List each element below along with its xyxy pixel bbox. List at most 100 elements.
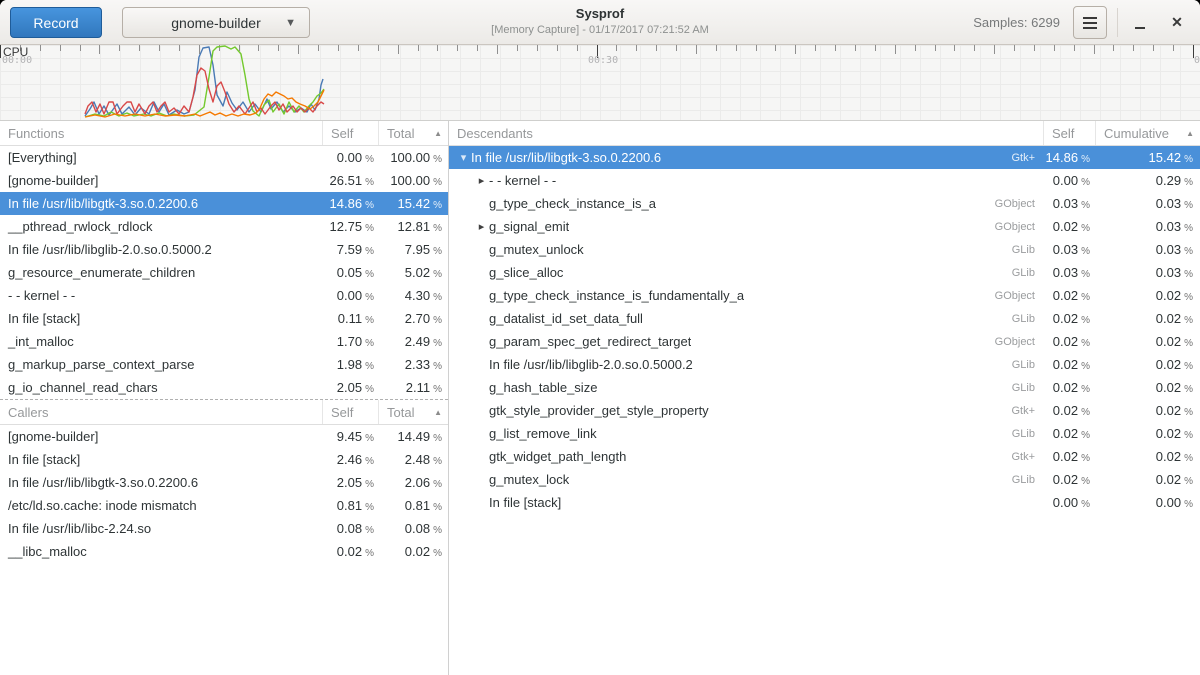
table-row[interactable]: [gnome-builder]9.45%14.49%	[0, 425, 448, 448]
function-name: g_mutex_lock	[489, 472, 569, 487]
target-process-dropdown[interactable]: gnome-builder ▼	[122, 7, 310, 38]
percent-sign: %	[1184, 223, 1193, 234]
total-percent: 2.06%	[378, 475, 448, 490]
column-header-cumulative[interactable]: Cumulative ▲	[1095, 121, 1200, 145]
column-header-total[interactable]: Total ▲	[378, 400, 448, 424]
tree-row[interactable]: ▾In file /usr/lib/libgtk-3.so.0.2200.6Gt…	[449, 146, 1200, 169]
tree-row[interactable]: ▸- - kernel - -0.00%0.29%	[449, 169, 1200, 192]
percent-sign: %	[433, 361, 442, 372]
minimize-button[interactable]	[1125, 0, 1155, 45]
table-row[interactable]: g_io_channel_read_chars2.05%2.11%	[0, 376, 448, 399]
percent-sign: %	[365, 154, 374, 165]
table-row[interactable]: _int_malloc1.70%2.49%	[0, 330, 448, 353]
percent-value: 4.30	[405, 288, 430, 303]
tree-row[interactable]: g_mutex_lockGLib0.02%0.02%	[449, 468, 1200, 491]
tree-row[interactable]: ▸g_signal_emitGObject0.02%0.03%	[449, 215, 1200, 238]
tree-row[interactable]: g_type_check_instance_is_aGObject0.03%0.…	[449, 192, 1200, 215]
percent-value: 0.08	[337, 521, 362, 536]
functions-table: Functions Self Total ▲ [Everything]0.00%…	[0, 121, 448, 399]
percent-sign: %	[433, 338, 442, 349]
table-row[interactable]: /etc/ld.so.cache: inode mismatch0.81%0.8…	[0, 494, 448, 517]
header-separator	[1117, 8, 1118, 37]
table-row[interactable]: In file [stack]2.46%2.48%	[0, 448, 448, 471]
percent-sign: %	[1184, 384, 1193, 395]
percent-sign: %	[1081, 246, 1090, 257]
table-row[interactable]: In file [stack]0.11%2.70%	[0, 307, 448, 330]
table-row[interactable]: __libc_malloc0.02%0.02%	[0, 540, 448, 563]
function-name: g_param_spec_get_redirect_target	[489, 334, 691, 349]
record-button[interactable]: Record	[10, 7, 102, 38]
column-header-callers[interactable]: Callers	[0, 400, 322, 424]
tree-row[interactable]: g_hash_table_sizeGLib0.02%0.02%	[449, 376, 1200, 399]
column-header-descendants[interactable]: Descendants	[449, 121, 1043, 145]
table-row[interactable]: In file /usr/lib/libc-2.24.so0.08%0.08%	[0, 517, 448, 540]
percent-sign: %	[433, 315, 442, 326]
table-row[interactable]: g_resource_enumerate_children0.05%5.02%	[0, 261, 448, 284]
tree-row[interactable]: g_param_spec_get_redirect_target GObject 0…	[449, 330, 1200, 353]
percent-value: 0.00	[1053, 495, 1078, 510]
percent-sign: %	[365, 200, 374, 211]
percent-sign: %	[1081, 499, 1090, 510]
menu-button[interactable]	[1073, 6, 1107, 39]
tree-row[interactable]: g_slice_allocGLib0.03%0.03%	[449, 261, 1200, 284]
table-row[interactable]: In file /usr/lib/libgtk-3.so.0.2200.62.0…	[0, 471, 448, 494]
expander-closed-icon[interactable]: ▸	[475, 220, 488, 233]
expander-open-icon[interactable]: ▾	[457, 151, 470, 164]
percent-value: 2.33	[405, 357, 430, 372]
function-name: __pthread_rwlock_rdlock	[0, 219, 322, 234]
self-percent: 2.05%	[322, 475, 378, 490]
table-row[interactable]: [gnome-builder]26.51%100.00%	[0, 169, 448, 192]
percent-sign: %	[1184, 407, 1193, 418]
column-header-self[interactable]: Self	[322, 400, 378, 424]
tree-row[interactable]: g_list_remove_linkGLib0.02%0.02%	[449, 422, 1200, 445]
expander-closed-icon[interactable]: ▸	[475, 174, 488, 187]
column-header-total[interactable]: Total ▲	[378, 121, 448, 145]
percent-value: 0.02	[1053, 334, 1078, 349]
percent-value: 0.02	[1156, 449, 1181, 464]
percent-sign: %	[1081, 384, 1090, 395]
tree-row[interactable]: g_mutex_unlockGLib0.03%0.03%	[449, 238, 1200, 261]
self-percent: 0.11%	[322, 311, 378, 326]
table-row[interactable]: __pthread_rwlock_rdlock12.75%12.81%	[0, 215, 448, 238]
function-name: gtk_widget_path_length	[489, 449, 626, 464]
tree-row[interactable]: gtk_widget_path_lengthGtk+0.02%0.02%	[449, 445, 1200, 468]
table-row[interactable]: g_markup_parse_context_parse1.98%2.33%	[0, 353, 448, 376]
sysprof-window: Record gnome-builder ▼ Sysprof [Memory C…	[0, 0, 1200, 675]
percent-sign: %	[365, 384, 374, 395]
percent-value: 0.02	[1053, 311, 1078, 326]
column-header-self[interactable]: Self	[1043, 121, 1095, 145]
table-row[interactable]: - - kernel - -0.00%4.30%	[0, 284, 448, 307]
percent-value: 0.02	[1053, 449, 1078, 464]
percent-value: 2.48	[405, 452, 430, 467]
tree-row[interactable]: g_datalist_id_set_data_fullGLib0.02%0.02…	[449, 307, 1200, 330]
library-badge: GObject	[995, 198, 1043, 210]
column-header-functions[interactable]: Functions	[0, 121, 322, 145]
table-row[interactable]: In file /usr/lib/libglib-2.0.so.0.5000.2…	[0, 238, 448, 261]
close-button[interactable]: ✕	[1162, 0, 1192, 45]
function-name: In file /usr/lib/libgtk-3.so.0.2200.6	[0, 475, 322, 490]
tree-row[interactable]: gtk_style_provider_get_style_propertyGtk…	[449, 399, 1200, 422]
table-row[interactable]: [Everything]0.00%100.00%	[0, 146, 448, 169]
callers-header-row: Callers Self Total ▲	[0, 400, 448, 425]
descendant-name-cell: g_datalist_id_set_data_fullGLib	[449, 311, 1043, 326]
tree-row[interactable]: In file /usr/lib/libglib-2.0.so.0.5000.2…	[449, 353, 1200, 376]
percent-sign: %	[1184, 315, 1193, 326]
column-header-self[interactable]: Self	[322, 121, 378, 145]
function-name: In file /usr/lib/libgtk-3.so.0.2200.6	[0, 196, 322, 211]
library-badge: GObject	[995, 336, 1043, 348]
percent-value: 12.81	[398, 219, 431, 234]
tree-row[interactable]: In file [stack]0.00%0.00%	[449, 491, 1200, 514]
percent-value: 0.02	[1053, 426, 1078, 441]
percent-sign: %	[433, 548, 442, 559]
percent-sign: %	[433, 502, 442, 513]
cpu-timeline-graph[interactable]: CPU 00:00 00:30 01:00	[0, 45, 1200, 121]
table-row[interactable]: In file /usr/lib/libgtk-3.so.0.2200.614.…	[0, 192, 448, 215]
percent-sign: %	[1184, 430, 1193, 441]
percent-value: 0.08	[405, 521, 430, 536]
percent-sign: %	[365, 338, 374, 349]
self-percent: 0.03%	[1043, 196, 1095, 211]
tree-row[interactable]: g_type_check_instance_is_fundamentally_a…	[449, 284, 1200, 307]
callers-table: Callers Self Total ▲ [gnome-builder]9.45…	[0, 399, 448, 563]
self-percent: 0.03%	[1043, 242, 1095, 257]
total-percent: 2.70%	[378, 311, 448, 326]
